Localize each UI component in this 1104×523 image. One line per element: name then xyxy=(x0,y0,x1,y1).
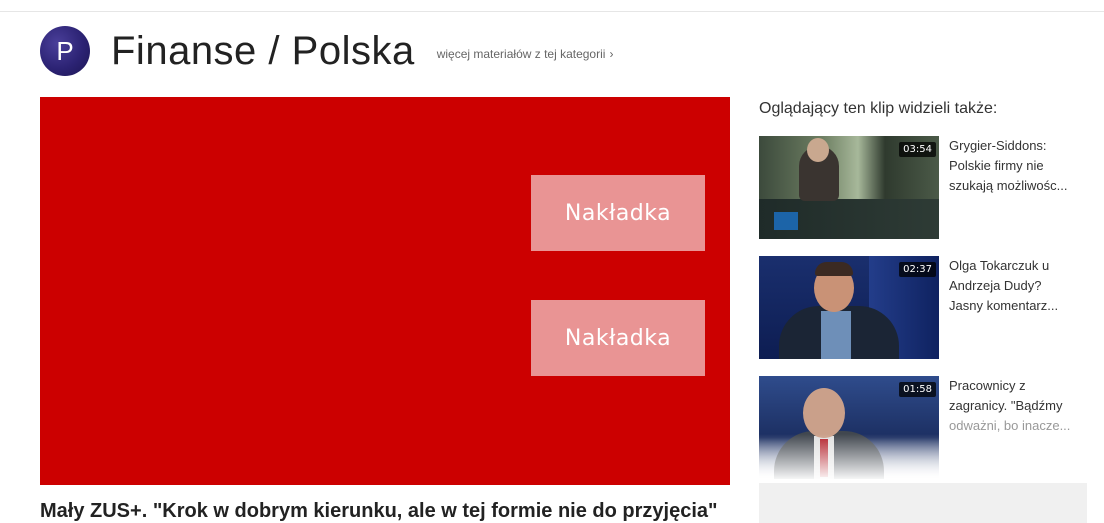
title-line: Pracownicy z xyxy=(949,378,1026,393)
video-thumbnail[interactable]: 02:37 xyxy=(759,256,939,359)
overlay-box-1: Nakładka xyxy=(531,175,705,251)
related-videos: Oglądający ten klip widzieli także: 03:5… xyxy=(759,100,1099,496)
title-line: Andrzeja Dudy? xyxy=(949,278,1042,293)
duration-badge: 03:54 xyxy=(899,142,936,157)
duration-badge: 02:37 xyxy=(899,262,936,277)
duration-badge: 01:58 xyxy=(899,382,936,397)
category-title: Finanse / Polska xyxy=(111,28,415,73)
overlay-box-2: Nakładka xyxy=(531,300,705,376)
sidebar-placeholder-box xyxy=(759,483,1087,523)
top-divider xyxy=(0,11,1104,12)
related-video-item[interactable]: 03:54 Grygier-Siddons: Polskie firmy nie… xyxy=(759,136,1099,239)
channel-logo[interactable]: P xyxy=(40,26,90,76)
related-video-title[interactable]: Olga Tokarczuk u Andrzeja Dudy? Jasny ko… xyxy=(949,256,1089,359)
chevron-right-icon: › xyxy=(609,47,614,61)
title-line: Olga Tokarczuk u xyxy=(949,258,1050,273)
related-video-title[interactable]: Grygier-Siddons: Polskie firmy nie szuka… xyxy=(949,136,1089,239)
related-video-item[interactable]: 02:37 Olga Tokarczuk u Andrzeja Dudy? Ja… xyxy=(759,256,1099,359)
title-line: Jasny komentarz... xyxy=(949,298,1059,313)
title-line: Polskie firmy nie xyxy=(949,158,1044,173)
related-video-item[interactable]: 01:58 Pracownicy z zagranicy. "Bądźmy od… xyxy=(759,376,1099,479)
title-line: odważni, bo inacze... xyxy=(949,418,1071,433)
video-player[interactable]: Nakładka Nakładka xyxy=(40,97,730,485)
video-thumbnail[interactable]: 03:54 xyxy=(759,136,939,239)
title-line: Grygier-Siddons: xyxy=(949,138,1047,153)
video-thumbnail[interactable]: 01:58 xyxy=(759,376,939,479)
video-title: Mały ZUS+. "Krok w dobrym kierunku, ale … xyxy=(40,500,718,522)
title-line: zagranicy. "Bądźmy xyxy=(949,398,1063,413)
more-materials-link[interactable]: więcej materiałów z tej kategorii › xyxy=(437,47,614,61)
title-line: szukają możliwośc... xyxy=(949,178,1068,193)
channel-logo-letter: P xyxy=(56,35,74,66)
page-header: P Finanse / Polska więcej materiałów z t… xyxy=(40,26,613,76)
more-materials-label: więcej materiałów z tej kategorii xyxy=(436,47,606,61)
related-video-title[interactable]: Pracownicy z zagranicy. "Bądźmy odważni,… xyxy=(949,376,1089,479)
related-heading: Oglądający ten klip widzieli także: xyxy=(759,100,998,117)
